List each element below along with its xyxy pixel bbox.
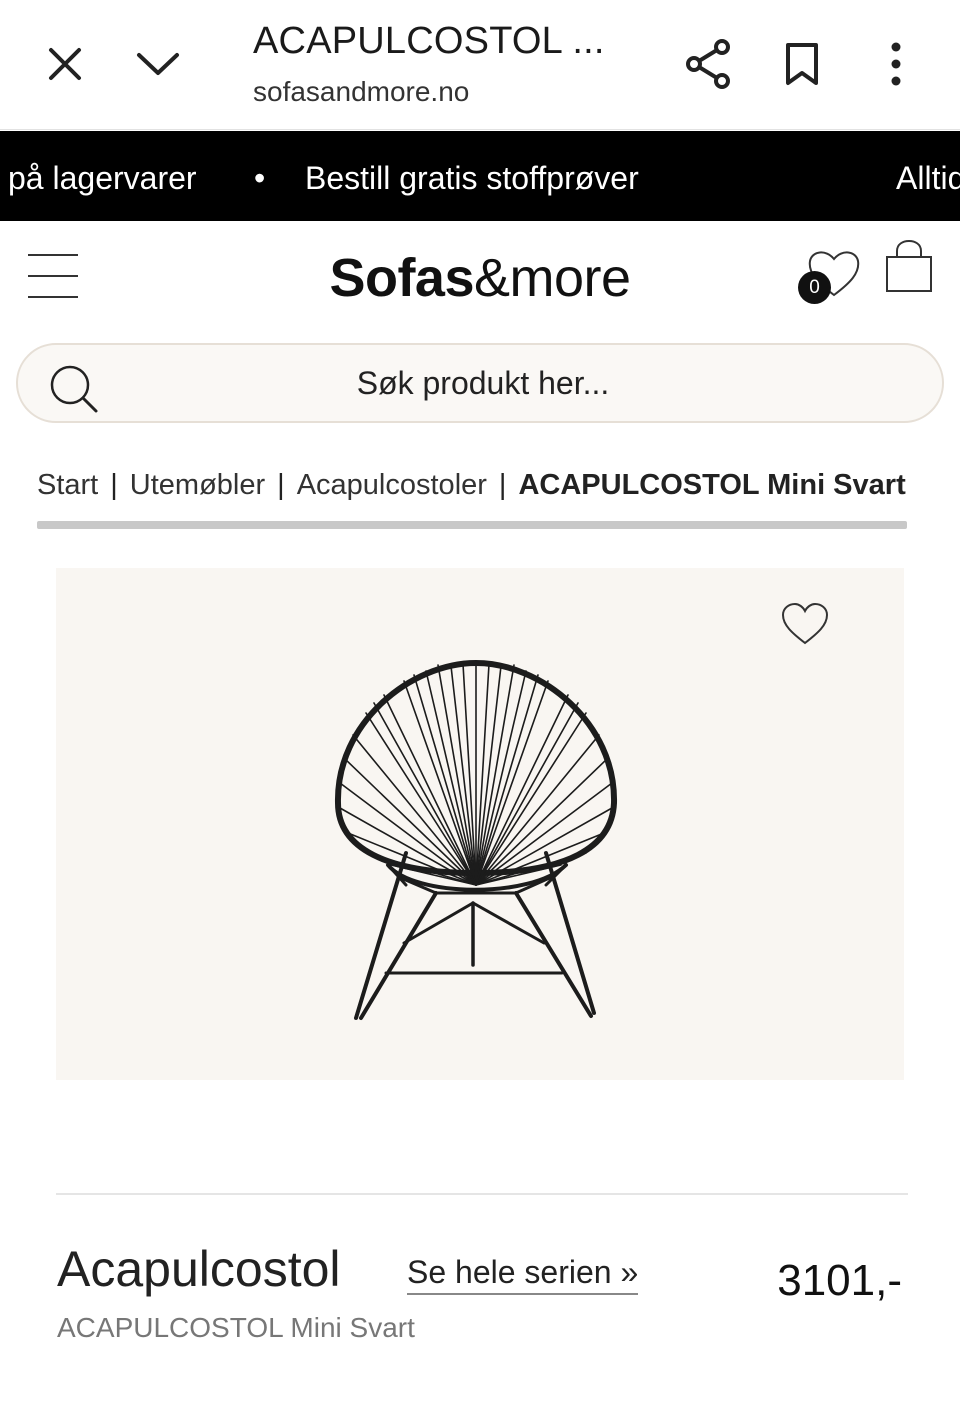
- chair-image: [334, 659, 618, 1020]
- announcement-item: på lagervarer: [8, 160, 197, 196]
- browser-toolbar: ACAPULCOSTOL ... sofasandmore.no: [0, 0, 960, 130]
- announcement-bullet: •: [254, 160, 266, 196]
- divider: [56, 1193, 908, 1195]
- breadcrumb-separator: |: [498, 469, 507, 501]
- shopping-bag-icon: [886, 239, 932, 292]
- close-icon[interactable]: [35, 34, 95, 94]
- site-header: Sofas&more 0: [0, 221, 960, 331]
- cart-button[interactable]: [880, 239, 938, 301]
- search-icon[interactable]: [48, 363, 102, 417]
- bookmark-icon[interactable]: [772, 34, 832, 94]
- breadcrumb: Start | Utemøbler | Acapulcostoler | ACAPULCOS…: [37, 469, 917, 502]
- breadcrumb-link[interactable]: Start: [37, 469, 98, 501]
- breadcrumb-separator: |: [110, 469, 118, 501]
- product-name: Acapulcostol: [57, 1241, 341, 1297]
- announcement-bar: på lagervarer • Bestill gratis stoffprøv…: [0, 131, 960, 221]
- breadcrumb-link[interactable]: Acapulcostoler: [297, 469, 487, 501]
- logo-bold: Sofas: [329, 248, 474, 308]
- product-image[interactable]: [56, 568, 904, 1080]
- more-options-icon[interactable]: [866, 34, 926, 94]
- breadcrumb-link[interactable]: Utemøbler: [130, 469, 265, 501]
- share-icon[interactable]: [678, 34, 738, 94]
- breadcrumb-current: ACAPULCOSTOL Mini Svart: [518, 469, 906, 501]
- breadcrumb-scrollbar[interactable]: [37, 521, 907, 529]
- product-variant: ACAPULCOSTOL Mini Svart: [57, 1312, 415, 1343]
- add-to-wishlist-heart-icon[interactable]: [780, 602, 830, 646]
- search-input[interactable]: [118, 355, 848, 411]
- browser-page-title: ACAPULCOSTOL ...: [253, 20, 605, 62]
- announcement-item: Alltid: [896, 160, 960, 196]
- search-bar[interactable]: [16, 343, 944, 423]
- chevron-down-icon[interactable]: [128, 34, 188, 94]
- breadcrumb-separator: |: [277, 469, 285, 501]
- see-series-link[interactable]: Se hele serien »: [407, 1254, 639, 1295]
- product-price: 3101,-: [777, 1256, 902, 1305]
- wishlist-count-badge: 0: [798, 271, 831, 304]
- announcement-item[interactable]: Bestill gratis stoffprøver: [305, 160, 639, 197]
- wishlist-button[interactable]: 0: [798, 245, 862, 305]
- logo-rest: &more: [474, 248, 631, 308]
- browser-url[interactable]: sofasandmore.no: [253, 76, 469, 108]
